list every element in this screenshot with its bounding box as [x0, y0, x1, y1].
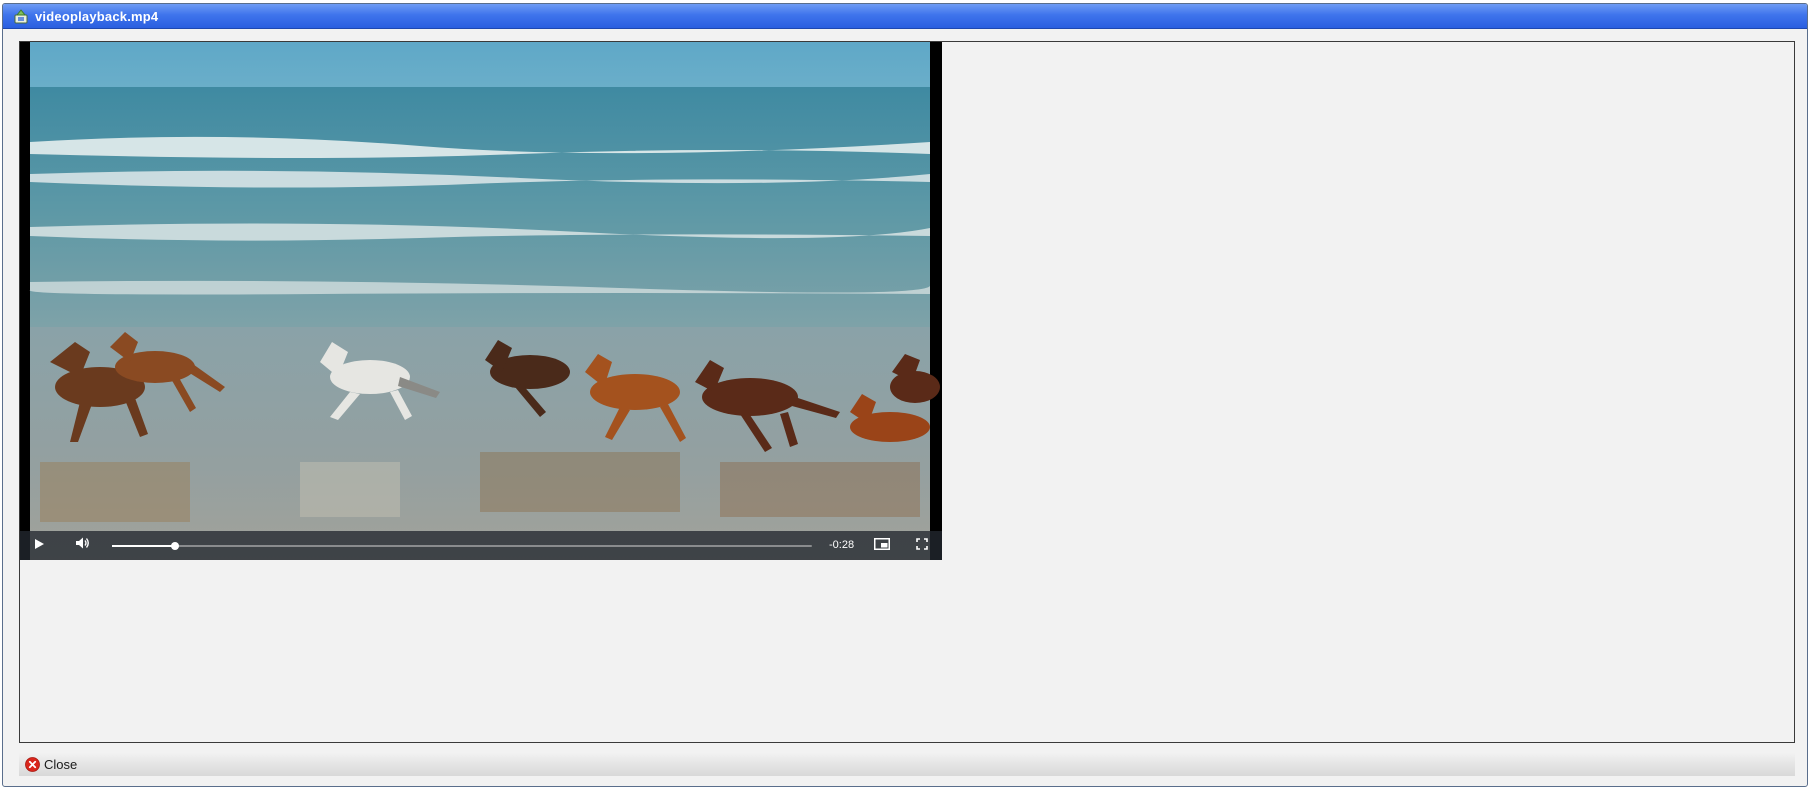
title-bar[interactable]: videoplayback.mp4: [3, 4, 1807, 29]
window-title: videoplayback.mp4: [35, 8, 159, 24]
seek-bar[interactable]: [112, 542, 812, 550]
volume-icon: [75, 536, 91, 555]
video-player[interactable]: -0:28: [20, 42, 942, 560]
dialog-window: videoplayback.mp4 -0:28 Close: [2, 3, 1808, 787]
media-panel: -0:28: [19, 41, 1795, 743]
picture-in-picture-button[interactable]: [872, 531, 892, 560]
picture-in-picture-icon: [874, 537, 890, 555]
time-remaining: -0:28: [829, 539, 855, 551]
fullscreen-button[interactable]: [913, 531, 931, 560]
video-frame[interactable]: [20, 42, 942, 560]
dialog-footer: Close: [19, 752, 1795, 776]
video-file-icon: [13, 8, 29, 24]
seek-handle[interactable]: [171, 542, 179, 550]
seek-progress: [112, 545, 175, 547]
play-button[interactable]: [30, 531, 48, 560]
play-icon: [33, 537, 45, 555]
close-button[interactable]: Close: [25, 757, 77, 772]
video-controls-bar: -0:28: [20, 531, 942, 560]
close-icon: [25, 756, 40, 772]
close-label: Close: [44, 756, 78, 772]
fullscreen-icon: [916, 537, 928, 555]
volume-button[interactable]: [72, 531, 94, 560]
